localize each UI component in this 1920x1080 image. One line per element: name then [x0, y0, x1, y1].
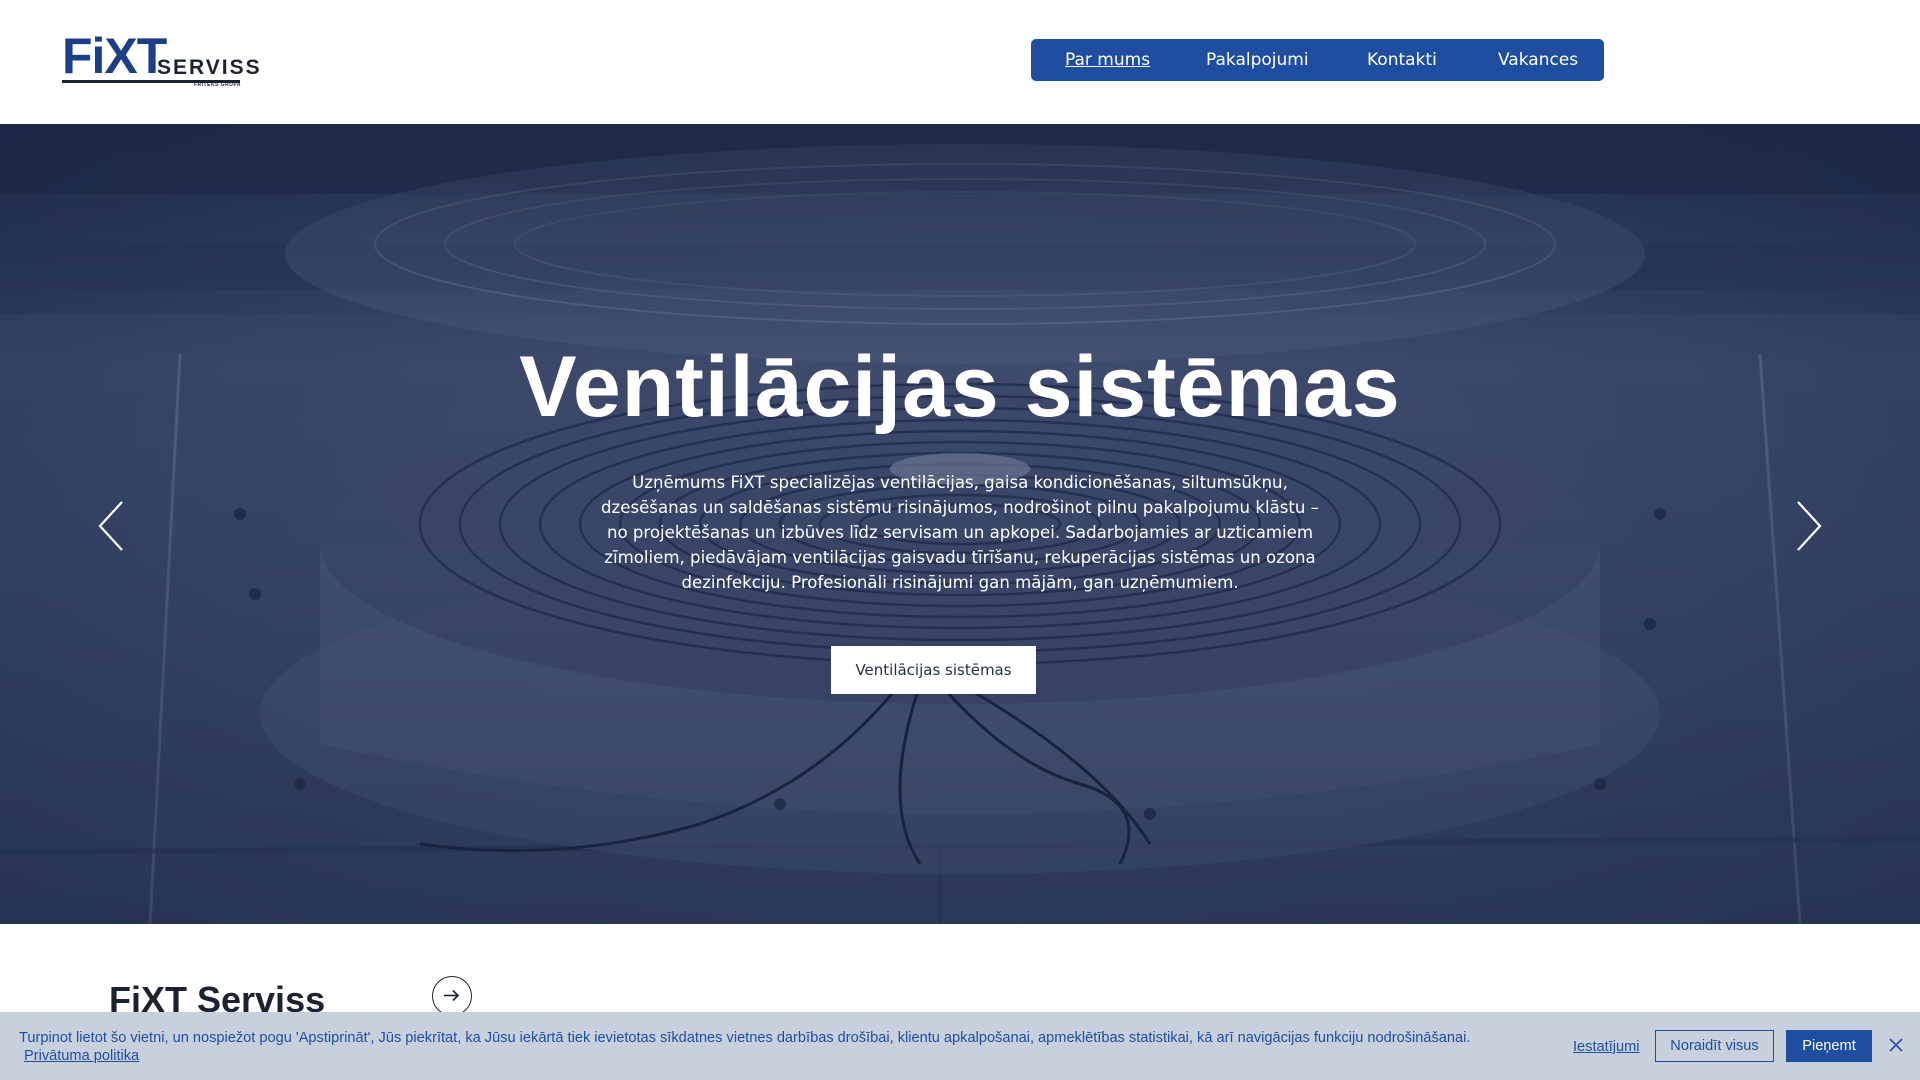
chevron-left-icon [98, 501, 123, 551]
logo-suffix: SERVISS [157, 56, 262, 79]
cookie-banner: Turpinot lietot šo vietni, un nospiežot … [0, 1012, 1920, 1080]
nav-item-par-mums[interactable]: Par mums [1065, 39, 1150, 81]
reject-all-button[interactable]: Noraidīt visus [1655, 1030, 1774, 1062]
logo[interactable]: FiXT SERVISS FRITEKS GRUPA [62, 28, 260, 90]
hero-title: Ventilācijas sistēmas [519, 339, 1401, 435]
site-header: FiXT SERVISS FRITEKS GRUPA Par mums Paka… [0, 0, 1920, 124]
section-arrow-button[interactable] [432, 976, 472, 1016]
cookie-close-button[interactable] [1886, 1035, 1906, 1055]
slider-prev-button[interactable] [92, 496, 132, 556]
logo-group: FRITEKS GRUPA [194, 82, 241, 88]
nav-item-kontakti[interactable]: Kontakti [1367, 39, 1437, 81]
close-icon [1889, 1038, 1903, 1052]
slider-next-button[interactable] [1788, 496, 1828, 556]
privacy-policy-link[interactable]: Privātuma politika [24, 1047, 139, 1065]
chevron-right-icon [1797, 501, 1822, 551]
cookie-message: Turpinot lietot šo vietni, un nospiežot … [19, 1030, 1471, 1046]
accept-button[interactable]: Pieņemt [1786, 1030, 1872, 1062]
hero-cta-button[interactable]: Ventilācijas sistēmas [831, 646, 1036, 694]
nav-item-vakances[interactable]: Vakances [1498, 39, 1578, 81]
hero-description: Uzņēmums FiXT specializējas ventilācijas… [601, 473, 1319, 592]
hero-slider: Ventilācijas sistēmas Uzņēmums FiXT spec… [0, 124, 1920, 924]
logo-brand: FiXT [62, 28, 167, 84]
main-nav: Par mums Pakalpojumi Kontakti Vakances [1031, 39, 1604, 81]
nav-item-pakalpojumi[interactable]: Pakalpojumi [1206, 39, 1309, 81]
arrow-right-circle-icon [444, 989, 460, 1002]
cookie-settings-link[interactable]: Iestatījumi [1573, 1038, 1640, 1056]
